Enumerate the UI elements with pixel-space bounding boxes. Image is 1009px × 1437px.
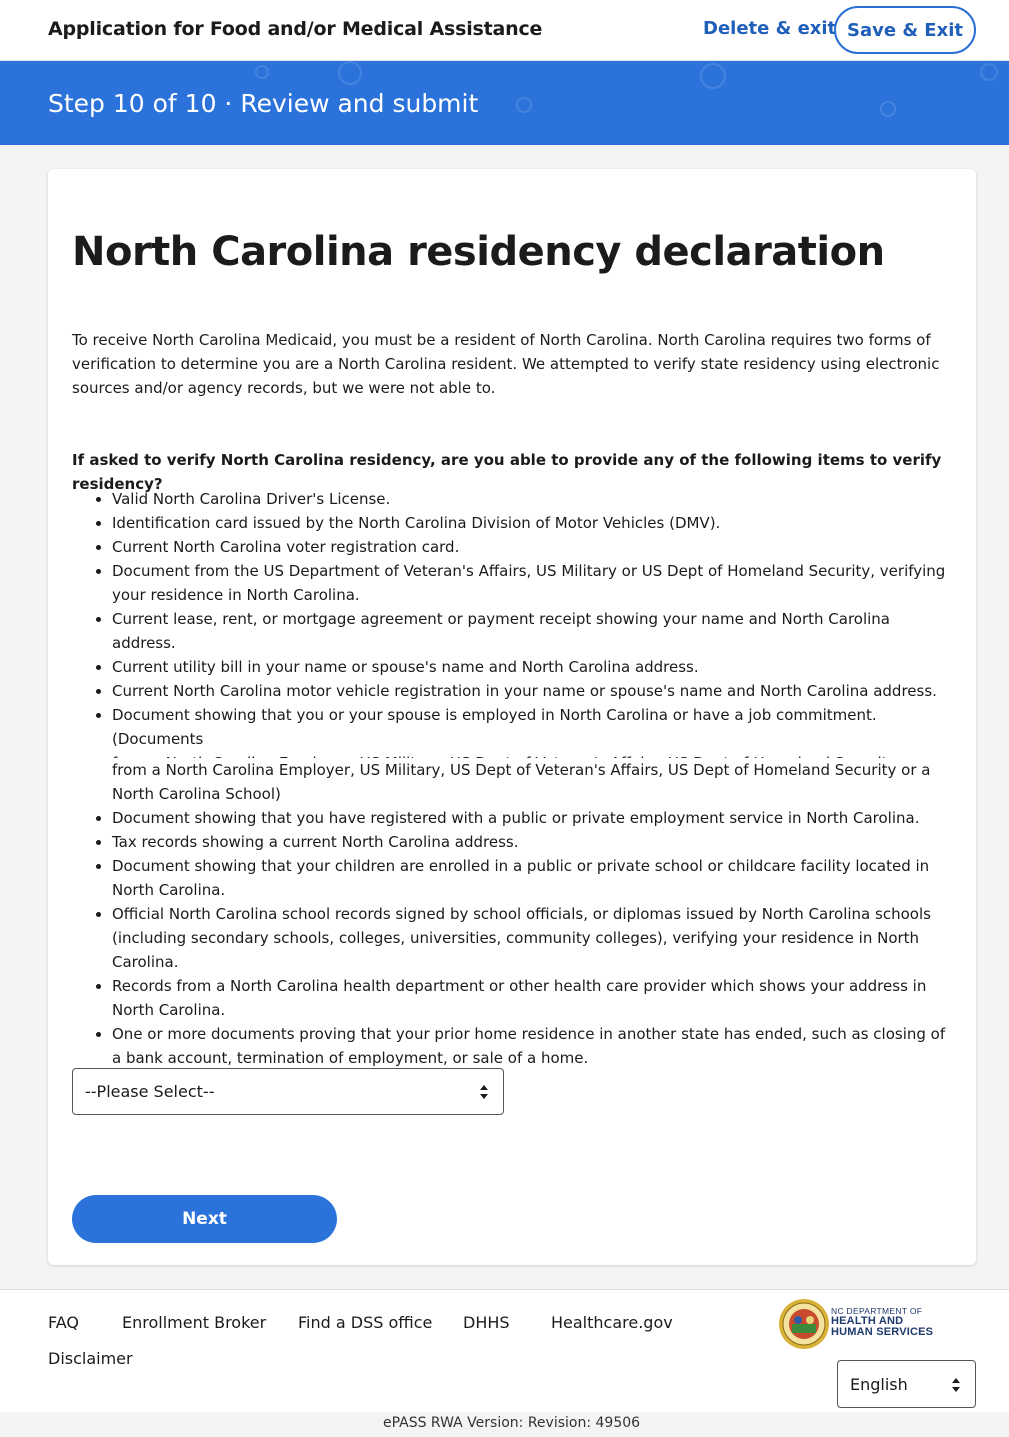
delete-exit-link[interactable]: Delete & exit [703,18,836,39]
select-value: --Please Select-- [85,1082,215,1101]
list-item: Document from the US Department of Veter… [112,559,957,607]
select-arrows-icon [480,1085,488,1099]
select-arrows-icon [952,1378,960,1392]
footer-link-disclaimer[interactable]: Disclaimer [48,1349,133,1368]
step-indicator: Step 10 of 10 · Review and submit [48,89,479,118]
decor-circle [516,97,532,113]
footer-link-dhhs[interactable]: DHHS [463,1313,510,1332]
next-button[interactable]: Next [72,1195,337,1243]
main-card: North Carolina residency declaration To … [48,169,976,1265]
language-select[interactable]: English [837,1360,976,1408]
decor-circle [980,63,998,81]
state-seal-icon [779,1299,829,1349]
list-item-overlap-text: from a North Carolina Employer, US Milit… [112,751,957,758]
list-item: Current lease, rent, or mortgage agreeme… [112,607,957,655]
list-item: One or more documents proving that your … [112,1022,957,1070]
language-value: English [850,1375,908,1394]
logo-text: NC DEPARTMENT OF HEALTH AND HUMAN SERVIC… [831,1306,933,1338]
verification-items-list: Valid North Carolina Driver's License. I… [112,487,957,1070]
list-item: Identification card issued by the North … [112,511,957,535]
page-title: North Carolina residency declaration [72,229,885,275]
app-title: Application for Food and/or Medical Assi… [48,18,543,40]
list-item-continuation: from a North Carolina Employer, US Milit… [112,761,931,803]
list-item-overlap-fragment: from a North Carolina Employer, US Milit… [112,751,957,758]
list-item: Document showing that you have registere… [112,806,957,830]
save-exit-button[interactable]: Save & Exit [834,6,976,54]
list-item: Valid North Carolina Driver's License. [112,487,957,511]
step-banner: Step 10 of 10 · Review and submit [0,61,1009,145]
list-item: Records from a North Carolina health dep… [112,974,957,1022]
list-item: Official North Carolina school records s… [112,902,957,974]
footer-link-faq[interactable]: FAQ [48,1313,79,1332]
list-item: Current North Carolina voter registratio… [112,535,957,559]
list-item: Tax records showing a current North Caro… [112,830,957,854]
list-item: Document showing that you or your spouse… [112,703,957,806]
list-item: Current North Carolina motor vehicle reg… [112,679,957,703]
top-header: Application for Food and/or Medical Assi… [0,0,1009,61]
intro-paragraph: To receive North Carolina Medicaid, you … [72,331,940,397]
list-item: Current utility bill in your name or spo… [112,655,957,679]
footer-link-find-dss-office[interactable]: Find a DSS office [298,1313,432,1332]
footer-link-enrollment-broker[interactable]: Enrollment Broker [122,1313,266,1332]
version-text: ePASS RWA Version: Revision: 49506 [382,1415,641,1431]
decor-circle [255,65,269,79]
decor-circle [880,101,896,117]
ncdhhs-logo[interactable]: NC DEPARTMENT OF HEALTH AND HUMAN SERVIC… [778,1298,938,1350]
list-item: Document showing that your children are … [112,854,957,902]
list-item-text: Document showing that you or your spouse… [112,706,877,748]
residency-answer-select[interactable]: --Please Select-- [72,1068,504,1115]
decor-circle [338,61,362,85]
logo-line: HUMAN SERVICES [831,1326,934,1338]
decor-circle [700,63,726,89]
footer-link-healthcare-gov[interactable]: Healthcare.gov [551,1313,673,1332]
